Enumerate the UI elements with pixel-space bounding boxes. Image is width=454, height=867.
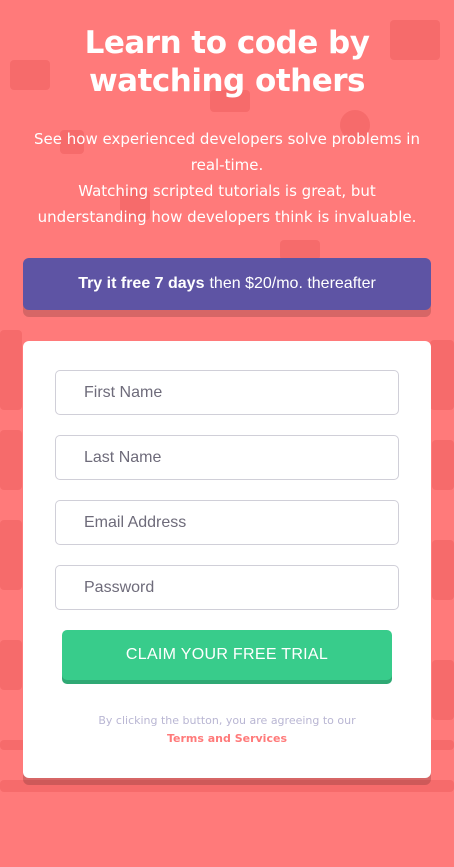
terms-link[interactable]: Terms and Services [167,732,287,745]
signup-form: CLAIM YOUR FREE TRIAL By clicking the bu… [23,341,431,778]
intro-line-2: Watching scripted tutorials is great, bu… [37,182,417,226]
last-name-input[interactable] [55,435,399,480]
legal-text: By clicking the button, you are agreeing… [98,714,356,727]
email-input[interactable] [55,500,399,545]
intro-line-1: See how experienced developers solve pro… [34,130,420,174]
password-input[interactable] [55,565,399,610]
offer-bold-text: Try it free 7 days [78,275,205,292]
trial-offer-banner: Try it free 7 days then $20/mo. thereaft… [23,258,431,310]
offer-price-text: then $20/mo. thereafter [209,275,376,292]
intro-text: See how experienced developers solve pro… [23,126,431,230]
main-content: Learn to code by watching others See how… [0,0,454,778]
first-name-input[interactable] [55,370,399,415]
legal-notice: By clicking the button, you are agreeing… [55,712,399,748]
page-headline: Learn to code by watching others [84,25,370,99]
claim-free-trial-button[interactable]: CLAIM YOUR FREE TRIAL [62,630,392,680]
